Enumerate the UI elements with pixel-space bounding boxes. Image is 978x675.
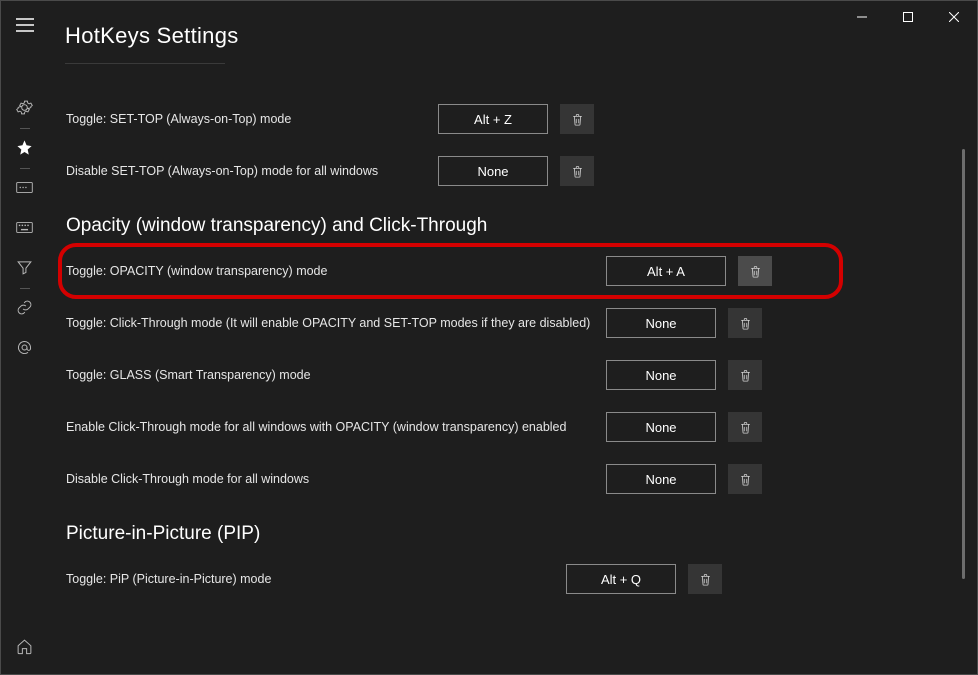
trash-icon bbox=[570, 111, 585, 128]
section-title-opacity: Opacity (window transparency) and Click-… bbox=[66, 215, 947, 237]
hotkey-row: Toggle: Click-Through mode (It will enab… bbox=[66, 297, 947, 349]
section-opacity: Toggle: OPACITY (window transparency) mo… bbox=[66, 245, 947, 505]
gear-icon bbox=[16, 99, 33, 116]
sidebar-item-card[interactable] bbox=[1, 167, 48, 207]
hotkey-button[interactable]: None bbox=[606, 464, 716, 494]
at-icon bbox=[16, 339, 33, 356]
window-controls bbox=[839, 1, 977, 33]
hotkey-label: Disable Click-Through mode for all windo… bbox=[66, 472, 309, 486]
section-title-pip: Picture-in-Picture (PIP) bbox=[66, 523, 947, 545]
hotkey-row: Toggle: SET-TOP (Always-on-Top) mode Alt… bbox=[66, 93, 947, 145]
sidebar-item-filter[interactable] bbox=[1, 247, 48, 287]
sidebar-item-settings[interactable] bbox=[1, 87, 48, 127]
hotkey-row: Disable Click-Through mode for all windo… bbox=[66, 453, 947, 505]
content-area: Toggle: SET-TOP (Always-on-Top) mode Alt… bbox=[48, 53, 977, 674]
maximize-icon bbox=[903, 12, 913, 22]
card-icon bbox=[16, 179, 33, 196]
title-bar: HotKeys Settings bbox=[1, 1, 977, 53]
trash-icon bbox=[570, 163, 585, 180]
trash-icon bbox=[738, 471, 753, 488]
page-title: HotKeys Settings bbox=[65, 23, 239, 49]
hotkey-row: Toggle: PiP (Picture-in-Picture) mode Al… bbox=[66, 553, 947, 605]
hotkey-button[interactable]: None bbox=[606, 360, 716, 390]
trash-icon bbox=[738, 315, 753, 332]
hotkey-label: Toggle: OPACITY (window transparency) mo… bbox=[66, 264, 327, 278]
hotkey-row: Enable Click-Through mode for all window… bbox=[66, 401, 947, 453]
link-icon bbox=[16, 299, 33, 316]
trash-icon bbox=[748, 263, 763, 280]
sidebar bbox=[1, 53, 48, 674]
section-pip: Toggle: PiP (Picture-in-Picture) mode Al… bbox=[66, 553, 947, 605]
keyboard-icon bbox=[16, 219, 33, 236]
hotkey-button[interactable]: None bbox=[606, 308, 716, 338]
menu-button[interactable] bbox=[1, 1, 48, 48]
close-icon bbox=[949, 12, 959, 22]
sidebar-item-home[interactable] bbox=[1, 626, 48, 666]
delete-button[interactable] bbox=[728, 308, 762, 338]
hotkey-label: Toggle: PiP (Picture-in-Picture) mode bbox=[66, 572, 271, 586]
hotkey-row: Toggle: GLASS (Smart Transparency) mode … bbox=[66, 349, 947, 401]
hotkey-label: Toggle: SET-TOP (Always-on-Top) mode bbox=[66, 112, 291, 126]
app-window: HotKeys Settings bbox=[0, 0, 978, 675]
hamburger-icon bbox=[16, 18, 34, 32]
delete-button[interactable] bbox=[728, 464, 762, 494]
highlighted-row: Toggle: OPACITY (window transparency) mo… bbox=[66, 245, 947, 297]
delete-button[interactable] bbox=[560, 104, 594, 134]
body: Toggle: SET-TOP (Always-on-Top) mode Alt… bbox=[1, 53, 977, 674]
trash-icon bbox=[738, 419, 753, 436]
maximize-button[interactable] bbox=[885, 1, 931, 33]
section-settop: Toggle: SET-TOP (Always-on-Top) mode Alt… bbox=[66, 93, 947, 197]
minimize-icon bbox=[857, 12, 867, 22]
delete-button[interactable] bbox=[560, 156, 594, 186]
hotkey-label: Toggle: GLASS (Smart Transparency) mode bbox=[66, 368, 311, 382]
scrollbar[interactable] bbox=[962, 149, 965, 579]
hotkey-button[interactable]: Alt + A bbox=[606, 256, 726, 286]
filter-icon bbox=[16, 259, 33, 276]
delete-button[interactable] bbox=[728, 360, 762, 390]
hotkey-button[interactable]: Alt + Z bbox=[438, 104, 548, 134]
hotkey-label: Enable Click-Through mode for all window… bbox=[66, 420, 566, 434]
close-button[interactable] bbox=[931, 1, 977, 33]
sidebar-item-link[interactable] bbox=[1, 287, 48, 327]
delete-button[interactable] bbox=[688, 564, 722, 594]
sidebar-item-favorites[interactable] bbox=[1, 127, 48, 167]
hotkey-row: Toggle: OPACITY (window transparency) mo… bbox=[66, 245, 947, 297]
hotkey-label: Toggle: Click-Through mode (It will enab… bbox=[66, 316, 590, 330]
hotkey-row: Disable SET-TOP (Always-on-Top) mode for… bbox=[66, 145, 947, 197]
hotkey-button[interactable]: Alt + Q bbox=[566, 564, 676, 594]
home-icon bbox=[16, 638, 33, 655]
delete-button[interactable] bbox=[728, 412, 762, 442]
delete-button[interactable] bbox=[738, 256, 772, 286]
hotkey-label: Disable SET-TOP (Always-on-Top) mode for… bbox=[66, 164, 378, 178]
hotkey-button[interactable]: None bbox=[438, 156, 548, 186]
minimize-button[interactable] bbox=[839, 1, 885, 33]
sidebar-item-keyboard[interactable] bbox=[1, 207, 48, 247]
sidebar-item-at[interactable] bbox=[1, 327, 48, 367]
star-icon bbox=[16, 139, 33, 156]
trash-icon bbox=[698, 571, 713, 588]
hotkey-button[interactable]: None bbox=[606, 412, 716, 442]
trash-icon bbox=[738, 367, 753, 384]
